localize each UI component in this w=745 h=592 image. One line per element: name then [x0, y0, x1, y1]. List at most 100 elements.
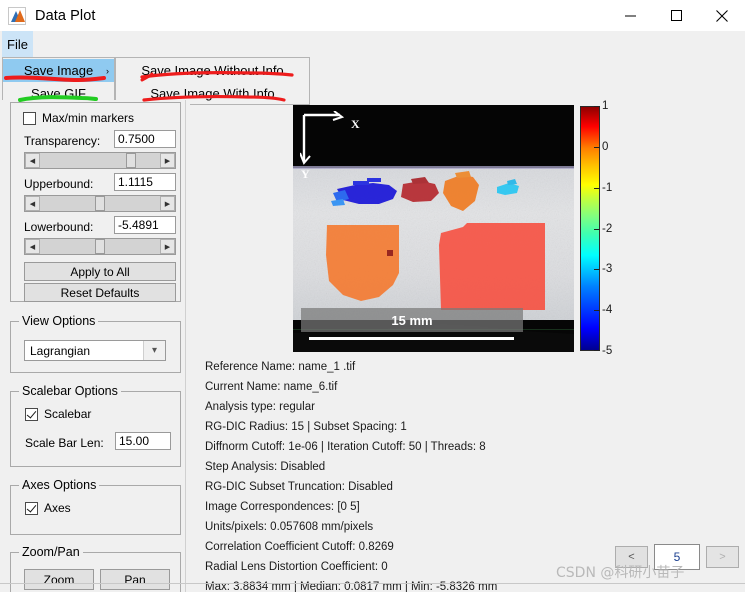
axes-options-group: Axes Options Axes — [10, 478, 181, 535]
axes-checkbox-row[interactable]: Axes — [25, 501, 71, 515]
upperbound-slider-track[interactable] — [40, 196, 160, 211]
colorbar-tick-label: -2 — [602, 222, 613, 235]
menu-file-dropdown: Save Image › Save GIF — [2, 57, 115, 105]
analysis-info-line: Reference Name: name_1 .tif — [205, 361, 356, 373]
scalebar-options-title: Scalebar Options — [19, 384, 121, 398]
upperbound-slider-thumb[interactable] — [95, 196, 106, 211]
transparency-label: Transparency: — [24, 134, 101, 148]
transparency-slider-track[interactable] — [40, 153, 160, 168]
transparency-slider[interactable]: ◀ ▶ — [24, 152, 176, 169]
analysis-info-line: RG-DIC Radius: 15 | Subset Spacing: 1 — [205, 421, 407, 433]
view-options-group: View Options Lagrangian ▾ — [10, 314, 181, 373]
analysis-info-line: Diffnorm Cutoff: 1e-06 | Iteration Cutof… — [205, 441, 486, 453]
lowerbound-slider-track[interactable] — [40, 239, 160, 254]
axis-y-label: Y — [301, 167, 310, 181]
colorbar-tick-mark — [594, 228, 600, 230]
analysis-info-line: Image Correspondences: [0 5] — [205, 501, 360, 513]
scalebar-line — [309, 337, 514, 340]
watermark: CSDN @科研小苗子 — [556, 565, 685, 581]
colorbar-tick-mark — [594, 269, 600, 271]
transparency-input[interactable]: 0.7500 — [114, 130, 176, 148]
analysis-info-line: Current Name: name_6.tif — [205, 381, 338, 393]
sidebar-scrollbar[interactable] — [185, 100, 190, 592]
data-plot-window: Data Plot File Save Image › Save GIF Sav… — [0, 0, 745, 592]
minimize-icon[interactable] — [607, 0, 653, 31]
scale-bar-len-input[interactable]: 15.00 — [115, 432, 171, 450]
chevron-down-icon[interactable]: ▾ — [143, 341, 165, 360]
window-controls — [607, 0, 745, 31]
axes-checkbox-label: Axes — [44, 501, 71, 515]
lowerbound-label: Lowerbound: — [24, 220, 94, 234]
colorbar: 1 0 -1 -2 -3 -4 -5 — [580, 100, 640, 357]
zoom-button[interactable]: Zoom — [24, 569, 94, 590]
menu-item-save-image-without-info-label: Save Image Without Info — [141, 63, 284, 78]
lowerbound-slider-thumb[interactable] — [95, 239, 106, 254]
slider-right-arrow-icon[interactable]: ▶ — [160, 196, 175, 211]
scalebar-text: 15 mm — [391, 312, 433, 328]
colorbar-tick-label: -3 — [602, 263, 613, 276]
axes-options-title: Axes Options — [19, 478, 100, 492]
colorbar-tick-label: -5 — [602, 345, 613, 357]
sidebar: Max/min markers Transparency: 0.7500 ◀ ▶… — [0, 100, 190, 592]
maxmin-markers-checkbox-row[interactable]: Max/min markers — [23, 111, 134, 125]
matlab-icon — [8, 6, 26, 25]
menu-item-save-image-without-info[interactable]: Save Image Without Info — [116, 59, 309, 82]
lowerbound-input[interactable]: -5.4891 — [114, 216, 176, 234]
zoom-pan-title: Zoom/Pan — [19, 545, 83, 559]
analysis-info-line: Units/pixels: 0.057608 mm/pixels — [205, 521, 374, 533]
slider-right-arrow-icon[interactable]: ▶ — [160, 153, 175, 168]
scalebar-checkbox[interactable] — [25, 407, 38, 421]
upperbound-label: Upperbound: — [24, 177, 94, 191]
colorbar-tick-label: 1 — [602, 100, 609, 112]
dic-overlay-speck — [387, 250, 393, 256]
axes-checkbox[interactable] — [25, 501, 38, 515]
menu-file[interactable]: File — [2, 31, 33, 57]
slider-right-arrow-icon[interactable]: ▶ — [160, 239, 175, 254]
dic-overlay-red-block — [439, 223, 545, 310]
analysis-info-line: Analysis type: regular — [205, 401, 315, 413]
slider-left-arrow-icon[interactable]: ◀ — [25, 153, 40, 168]
maximize-icon[interactable] — [653, 0, 699, 31]
menu-item-save-image-label: Save Image — [23, 63, 94, 78]
view-mode-selected-label: Lagrangian — [30, 343, 91, 358]
scalebar-checkbox-label: Scalebar — [44, 407, 92, 421]
next-frame-button: > — [706, 546, 739, 568]
zoom-pan-group: Zoom/Pan Zoom Pan — [10, 545, 181, 592]
menu-item-save-image-with-info-label: Save Image With Info — [150, 86, 275, 101]
upperbound-slider[interactable]: ◀ ▶ — [24, 195, 176, 212]
analysis-info-line: RG-DIC Subset Truncation: Disabled — [205, 481, 393, 493]
menu-save-image-submenu: Save Image Without Info Save Image With … — [115, 57, 310, 105]
axes-indicator-icon — [300, 111, 345, 165]
colorbar-tick-mark — [594, 350, 600, 351]
analysis-info-line: Correlation Coefficient Cutoff: 0.8269 — [205, 541, 394, 553]
view-options-title: View Options — [19, 314, 99, 328]
pan-button[interactable]: Pan — [100, 569, 170, 590]
menu-item-save-gif-label: Save GIF — [31, 86, 86, 101]
lowerbound-slider[interactable]: ◀ ▶ — [24, 238, 176, 255]
menu-item-save-image[interactable]: Save Image › — [3, 59, 114, 82]
upperbound-input[interactable]: 1.1115 — [114, 173, 176, 191]
transparency-slider-thumb[interactable] — [126, 153, 137, 168]
colorbar-tick-mark — [594, 310, 600, 312]
bottom-divider — [0, 583, 745, 584]
scalebar-overlay: 15 mm — [301, 308, 523, 332]
apply-to-all-button[interactable]: Apply to All — [24, 262, 176, 281]
reset-defaults-button[interactable]: Reset Defaults — [24, 283, 176, 302]
colorbar-tick-label: -1 — [602, 181, 613, 194]
colorbar-tick-label: 0 — [602, 140, 609, 153]
title-bar: Data Plot — [0, 0, 745, 31]
maxmin-markers-label: Max/min markers — [42, 111, 135, 125]
scalebar-checkbox-row[interactable]: Scalebar — [25, 407, 91, 421]
maxmin-markers-checkbox[interactable] — [23, 111, 36, 125]
view-mode-select[interactable]: Lagrangian ▾ — [24, 340, 166, 361]
close-icon[interactable] — [699, 0, 745, 31]
menu-bar: File — [0, 31, 745, 57]
axis-x-label: X — [351, 117, 360, 131]
slider-left-arrow-icon[interactable]: ◀ — [25, 239, 40, 254]
colorbar-tick-mark — [594, 187, 600, 189]
chevron-right-icon: › — [106, 65, 109, 76]
data-plot-image[interactable]: X Y 15 mm — [293, 105, 574, 352]
colorbar-tick-mark — [594, 106, 600, 107]
window-title: Data Plot — [35, 7, 96, 24]
slider-left-arrow-icon[interactable]: ◀ — [25, 196, 40, 211]
